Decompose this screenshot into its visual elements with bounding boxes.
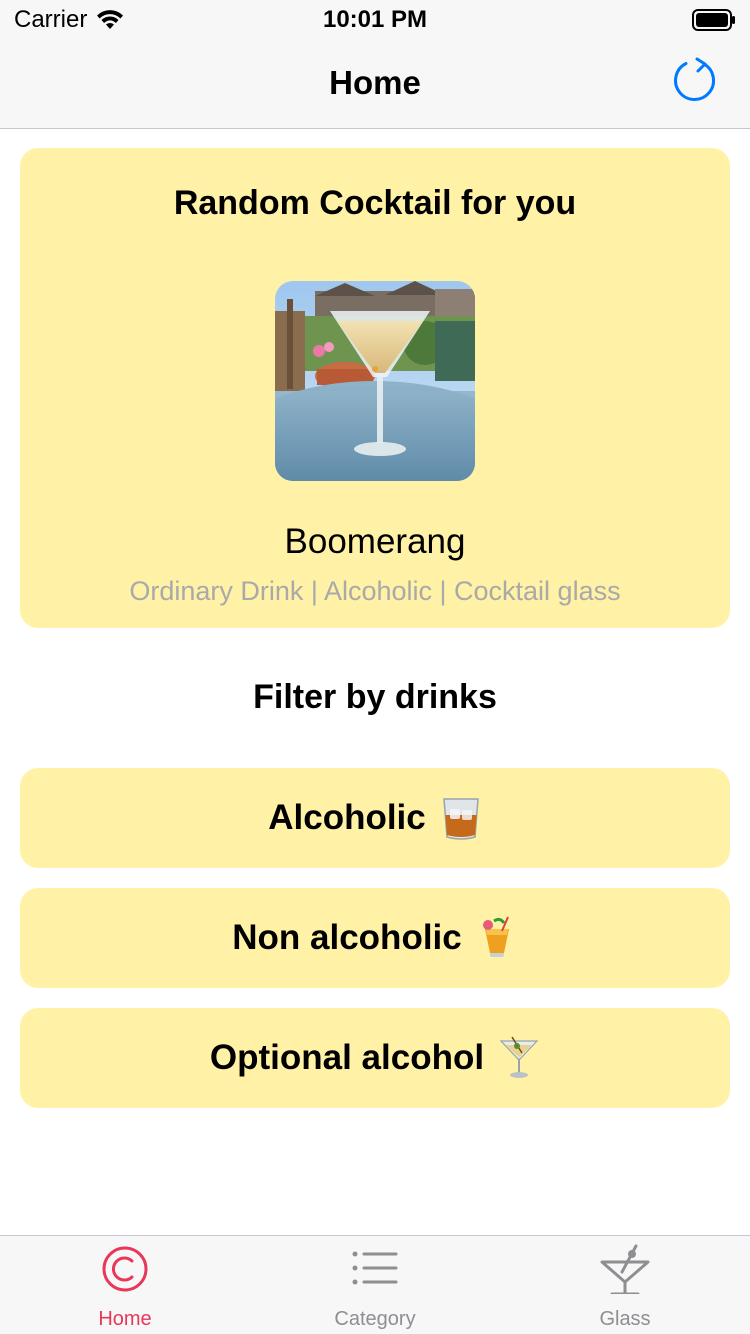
drink-details: Ordinary Drink | Alcoholic | Cocktail gl… — [129, 576, 621, 606]
drink-name: Boomerang — [284, 522, 466, 561]
filter-optional-alcohol-button[interactable]: Optional alcohol — [20, 1008, 730, 1108]
filter-button-label: Non alcoholic — [232, 918, 462, 957]
navigation-bar: Home — [0, 40, 750, 129]
status-bar: Carrier 10:01 PM — [0, 0, 750, 40]
cocktail-glass-emoji — [499, 1036, 539, 1078]
list-icon — [352, 1251, 398, 1285]
filter-button-label: Optional alcohol — [209, 1038, 485, 1077]
tab-label: Category — [334, 1308, 416, 1330]
screen: Carrier 10:01 PM Home Random Cocktail fo… — [0, 0, 750, 1334]
tab-home[interactable]: Home — [0, 1236, 250, 1334]
copyright-circle-icon — [102, 1246, 148, 1292]
random-cocktail-card[interactable]: Random Cocktail for you Boomerang Ordina… — [20, 148, 730, 628]
tab-label: Glass — [599, 1308, 651, 1330]
tropical-drink-emoji — [482, 916, 509, 957]
random-cocktail-title: Random Cocktail for you — [173, 184, 577, 222]
tumbler-glass-emoji — [442, 798, 479, 840]
page-title: Home — [329, 64, 421, 101]
tab-label: Home — [98, 1308, 152, 1330]
martini-glass-icon — [600, 1244, 650, 1294]
clock: 10:01 PM — [322, 6, 428, 33]
tab-category[interactable]: Category — [250, 1236, 500, 1334]
battery-icon — [692, 9, 735, 31]
refresh-button[interactable] — [668, 54, 722, 108]
filter-section-title: Filter by drinks — [253, 678, 497, 716]
filter-non-alcoholic-button[interactable]: Non alcoholic — [20, 888, 730, 988]
cocktail-photo — [275, 281, 475, 481]
filter-alcoholic-button[interactable]: Alcoholic — [20, 768, 730, 868]
tab-glass[interactable]: Glass — [500, 1236, 750, 1334]
tab-bar: Home Category Glass — [0, 1235, 750, 1334]
filter-button-label: Alcoholic — [268, 798, 426, 837]
